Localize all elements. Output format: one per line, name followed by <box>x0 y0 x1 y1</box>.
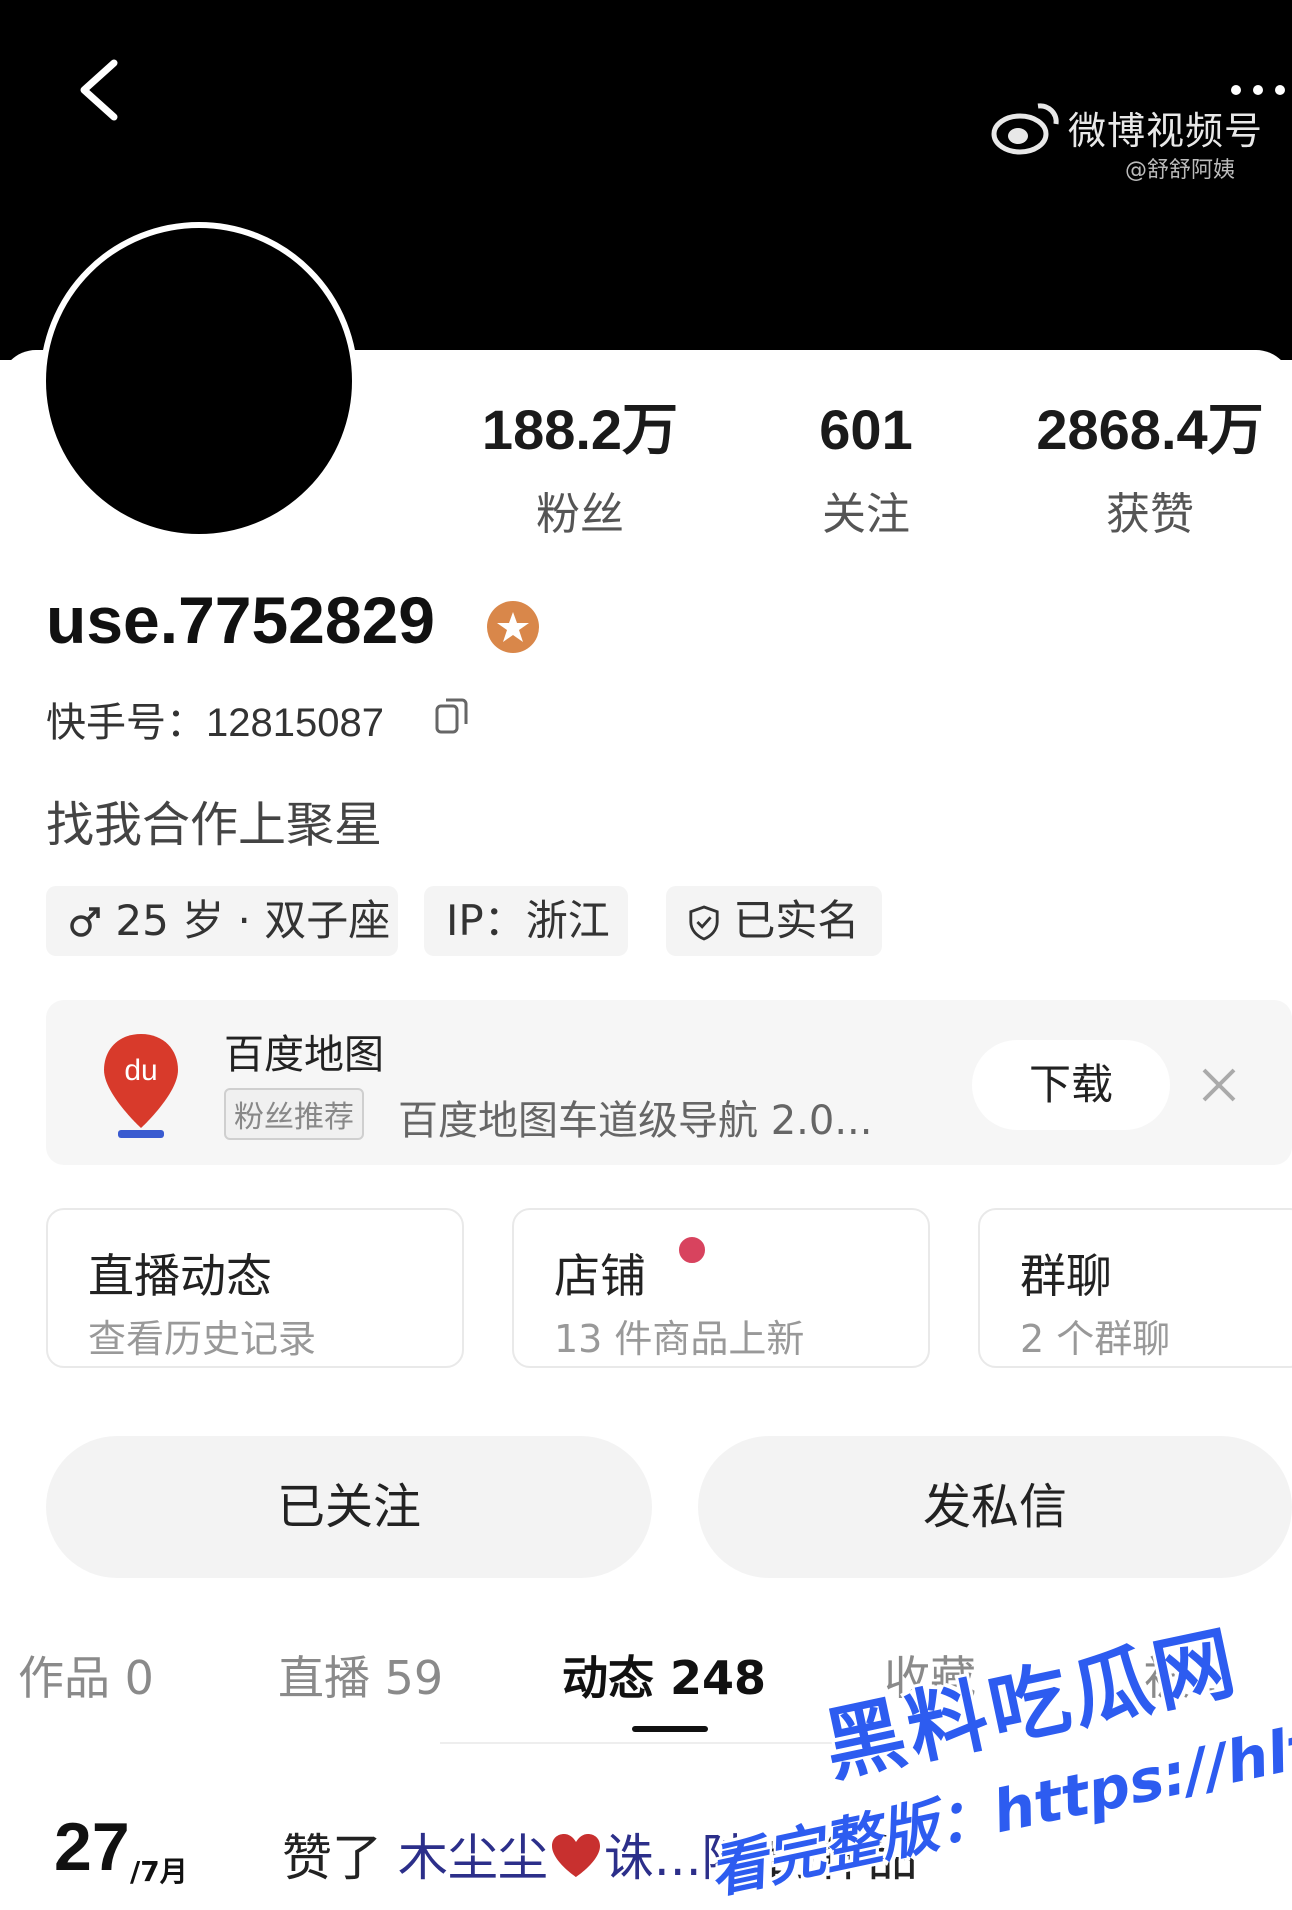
tag-ip: IP：浙江 <box>424 886 628 956</box>
account-id-row: 快手号：12815087 <box>46 690 384 748</box>
tab-works[interactable]: 作品 0 <box>18 1642 154 1708</box>
close-icon[interactable] <box>1198 1064 1240 1106</box>
card-shop-subtitle: 13 件商品上新 <box>554 1317 805 1361</box>
tab-moments[interactable]: 动态 248 <box>562 1642 766 1708</box>
stat-following-label: 关注 <box>822 489 910 540</box>
star-badge-icon[interactable] <box>486 600 540 654</box>
heart-icon <box>551 1834 600 1877</box>
copy-icon[interactable] <box>434 696 470 736</box>
stat-following[interactable]: 601 关注 <box>736 402 996 542</box>
more-dots-icon[interactable] <box>1228 80 1288 100</box>
shield-check-icon <box>689 905 719 941</box>
avatar[interactable] <box>40 222 358 540</box>
ad-description: 百度地图车道级导航 2.0... <box>398 1098 873 1144</box>
baidu-map-logo-icon: du <box>104 1034 178 1138</box>
card-live-title: 直播动态 <box>88 1249 272 1303</box>
message-button[interactable]: 发私信 <box>698 1436 1292 1578</box>
tab-active-indicator <box>632 1726 708 1732</box>
followed-button[interactable]: 已关注 <box>46 1436 652 1578</box>
card-group-subtitle: 2 个群聊 <box>1020 1317 1171 1361</box>
post-author-link[interactable]: 木尘尘 <box>398 1829 548 1887</box>
tag-verified-text: 已实名 <box>733 896 860 945</box>
card-group-chat[interactable]: 群聊 2 个群聊 <box>978 1208 1292 1368</box>
stat-following-value: 601 <box>819 398 913 461</box>
download-button[interactable]: 下载 <box>972 1040 1170 1130</box>
ad-recommend-tag: 粉丝推荐 <box>224 1088 364 1140</box>
notification-dot <box>676 1234 708 1266</box>
card-live-history[interactable]: 直播动态 查看历史记录 <box>46 1208 464 1368</box>
post-prefix: 赞了 <box>282 1829 398 1887</box>
bio-text: 找我合作上聚星 <box>46 797 383 853</box>
stat-likes-value: 2868.4万 <box>1036 398 1264 461</box>
stat-likes[interactable]: 2868.4万 获赞 <box>1020 402 1280 542</box>
ad-banner[interactable]: du 百度地图 粉丝推荐 百度地图车道级导航 2.0... 下载 <box>46 1000 1292 1165</box>
weibo-handle-text: @舒舒阿姨 <box>1125 158 1236 183</box>
username: use.7752829 <box>46 583 436 657</box>
chevron-left-icon[interactable] <box>70 55 130 125</box>
stat-fans-label: 粉丝 <box>536 489 624 540</box>
tab-divider <box>440 1742 840 1744</box>
card-live-subtitle: 查看历史记录 <box>88 1317 317 1361</box>
male-icon <box>70 907 100 937</box>
post-date-month: /7月 <box>130 1855 188 1888</box>
card-group-title: 群聊 <box>1020 1249 1112 1303</box>
tag-ip-text: IP：浙江 <box>446 896 610 945</box>
card-shop[interactable]: 店铺 13 件商品上新 <box>512 1208 930 1368</box>
tag-verified[interactable]: 已实名 <box>666 886 882 956</box>
tab-live[interactable]: 直播 59 <box>278 1642 443 1708</box>
tag-age-text: 25 岁 · 双子座 <box>115 896 391 945</box>
stat-fans-value: 188.2万 <box>481 398 679 461</box>
weibo-logo-icon <box>991 103 1059 155</box>
tag-age-constellation: 25 岁 · 双子座 <box>46 886 398 956</box>
svg-text:du: du <box>124 1054 157 1087</box>
stat-likes-label: 获赞 <box>1106 489 1194 540</box>
card-shop-title: 店铺 <box>554 1249 646 1303</box>
account-id-label: 快手号： <box>46 700 206 746</box>
ad-title: 百度地图 <box>224 1032 384 1078</box>
stat-fans[interactable]: 188.2万 粉丝 <box>450 402 710 542</box>
weibo-watermark: 微博视频号 @舒舒阿姨 <box>990 90 1264 185</box>
post-date-day: 27 <box>54 1809 130 1885</box>
weibo-brand-text: 微博视频号 <box>1068 109 1264 153</box>
account-id-value: 12815087 <box>206 701 384 745</box>
